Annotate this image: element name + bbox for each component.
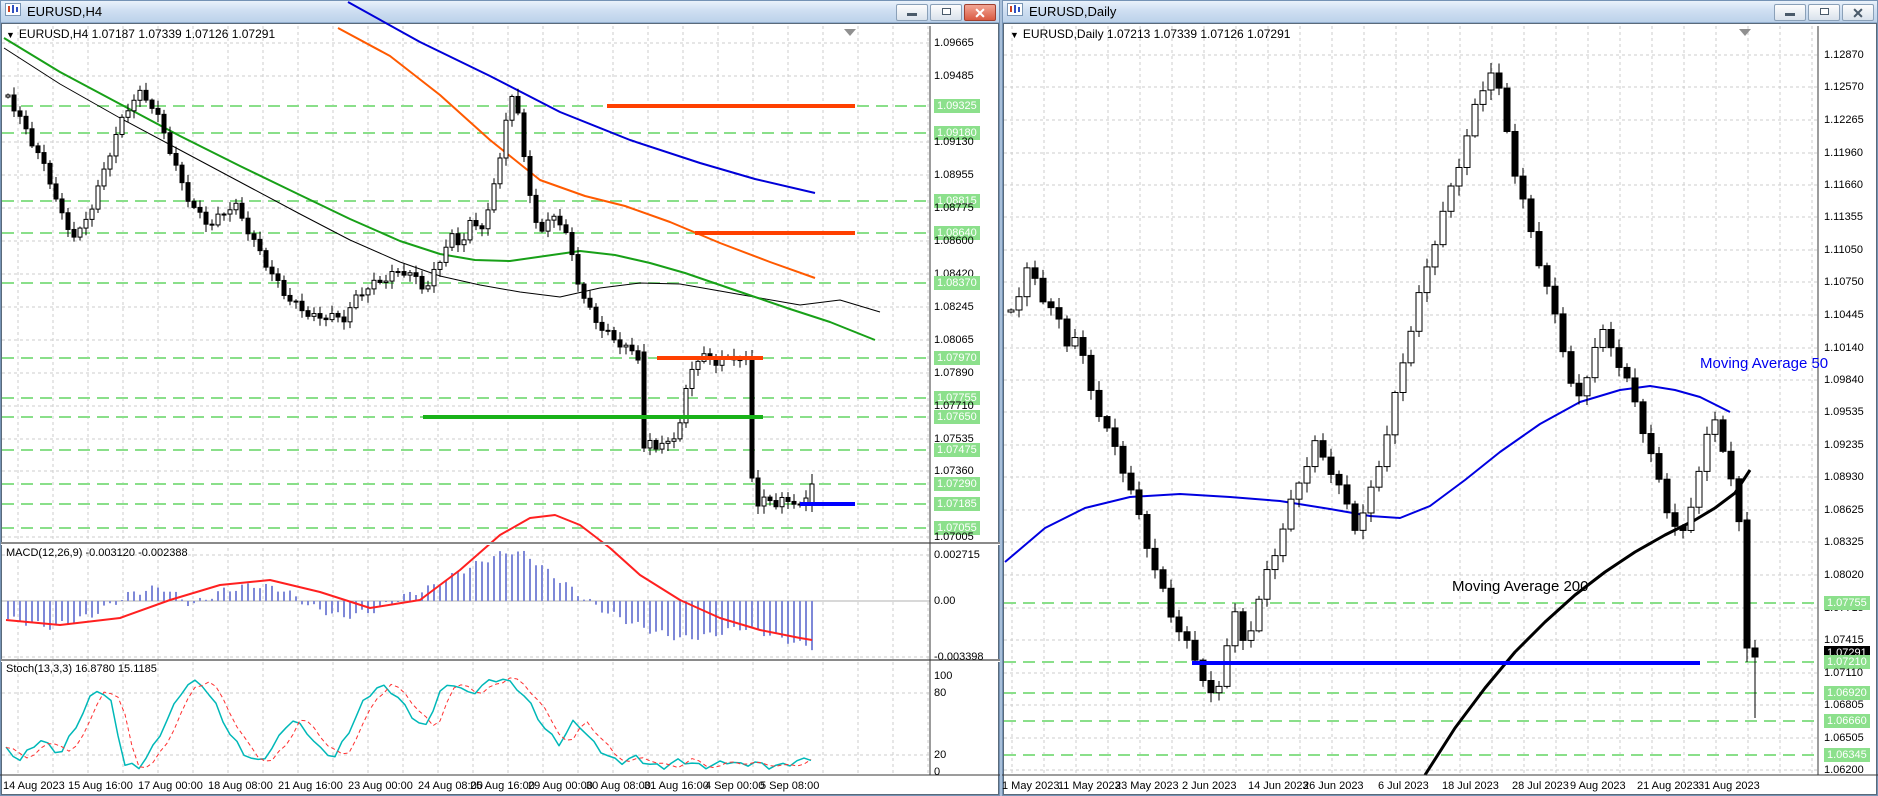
minimize-button[interactable] bbox=[1774, 4, 1806, 21]
symbol-info-daily[interactable]: ▼ EURUSD,Daily 1.07213 1.07339 1.07126 1.… bbox=[1010, 27, 1290, 41]
close-button[interactable] bbox=[1842, 4, 1874, 21]
macd-indicator-label: MACD(12,26,9) -0.003120 -0.002388 bbox=[6, 547, 188, 559]
close-button[interactable] bbox=[964, 4, 996, 21]
ohlc-readout-h4: EURUSD,H4 1.07187 1.07339 1.07126 1.0729… bbox=[18, 27, 276, 41]
window-title: EURUSD,H4 bbox=[27, 4, 103, 19]
symbol-info-h4[interactable]: ▼ EURUSD,H4 1.07187 1.07339 1.07126 1.072… bbox=[6, 27, 275, 41]
chart-window-eurusd-h4: EURUSD,H4 bbox=[0, 0, 1000, 796]
moving-average-50-label: Moving Average 50 bbox=[1700, 355, 1829, 372]
chart-area-daily[interactable] bbox=[1003, 23, 1877, 795]
restore-button[interactable] bbox=[930, 4, 962, 21]
symbol-dropdown-icon[interactable]: ▼ bbox=[6, 30, 15, 40]
titlebar-h4[interactable]: EURUSD,H4 bbox=[1, 1, 999, 23]
symbol-dropdown-icon[interactable]: ▼ bbox=[1010, 30, 1019, 40]
minimize-button[interactable] bbox=[896, 4, 928, 21]
moving-average-200-label: Moving Average 200 bbox=[1452, 578, 1589, 595]
chart-icon bbox=[5, 2, 21, 21]
window-title: EURUSD,Daily bbox=[1029, 4, 1117, 19]
chart-area-h4[interactable] bbox=[1, 23, 999, 795]
titlebar-daily[interactable]: EURUSD,Daily bbox=[1003, 1, 1877, 23]
ohlc-readout-daily: EURUSD,Daily 1.07213 1.07339 1.07126 1.0… bbox=[1022, 27, 1291, 41]
chart-icon bbox=[1007, 2, 1023, 21]
stoch-indicator-label: Stoch(13,3,3) 16.8780 15.1185 bbox=[6, 663, 157, 675]
restore-button[interactable] bbox=[1808, 4, 1840, 21]
chart-window-eurusd-daily: EURUSD,Daily bbox=[1002, 0, 1878, 796]
